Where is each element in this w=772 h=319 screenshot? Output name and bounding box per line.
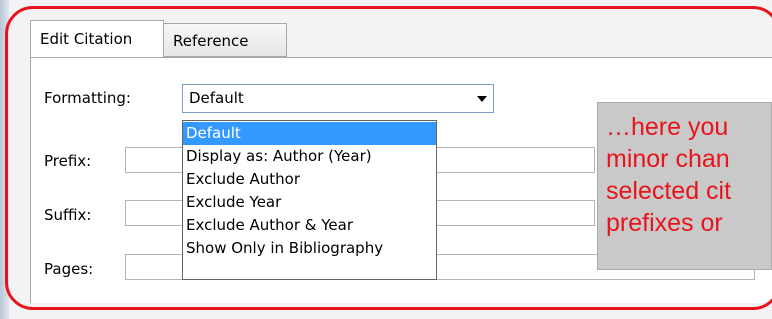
formatting-dropdown-list: Default Display as: Author (Year) Exclud… [182, 120, 437, 280]
pages-label: Pages: [44, 260, 94, 278]
tab-edit-citation[interactable]: Edit Citation [30, 20, 164, 58]
dropdown-option-exclude-author-year[interactable]: Exclude Author & Year [183, 214, 436, 237]
dropdown-option-show-only-bibliography[interactable]: Show Only in Bibliography [183, 237, 436, 260]
formatting-select-value: Default [189, 89, 244, 107]
callout-line: prefixes or [606, 209, 723, 237]
dropdown-option-exclude-author[interactable]: Exclude Author [183, 168, 436, 191]
tab-reference[interactable]: Reference [164, 23, 287, 57]
suffix-label: Suffix: [44, 206, 92, 224]
callout-line: minor chan [606, 145, 730, 173]
callout-line: selected cit [606, 177, 732, 205]
formatting-label: Formatting: [44, 89, 131, 107]
dropdown-option-exclude-year[interactable]: Exclude Year [183, 191, 436, 214]
formatting-select[interactable]: Default [182, 84, 494, 113]
dropdown-option-default[interactable]: Default [183, 122, 436, 145]
window-frame-left [0, 0, 9, 319]
prefix-label: Prefix: [44, 152, 92, 170]
callout-line: …here you [606, 113, 729, 141]
dropdown-option-display-author-year[interactable]: Display as: Author (Year) [183, 145, 436, 168]
chevron-down-icon[interactable] [477, 96, 487, 102]
annotation-callout: …here you minor chan selected cit prefix… [597, 102, 772, 270]
